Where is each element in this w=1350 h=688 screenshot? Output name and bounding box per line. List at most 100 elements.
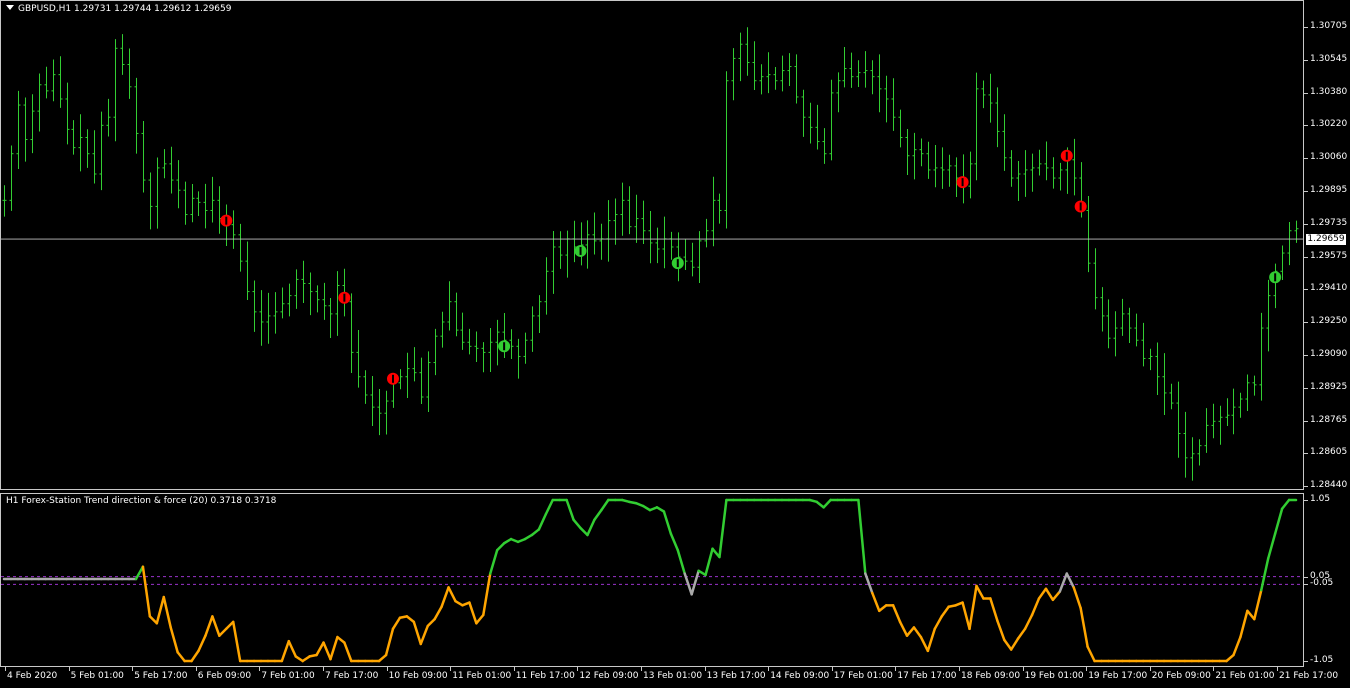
time-axis-tick bbox=[386, 667, 388, 671]
trend-force-segment bbox=[975, 584, 985, 600]
trend-force-segment bbox=[905, 626, 916, 637]
time-axis-label: 18 Feb 09:00 bbox=[961, 671, 1021, 681]
trend-force-segment bbox=[280, 639, 291, 663]
time-axis-label: 17 Feb 01:00 bbox=[833, 671, 893, 681]
current-price-label: 1.29659 bbox=[1306, 234, 1346, 245]
price-axis-label: 1.29410 bbox=[1310, 283, 1348, 294]
time-axis-tick bbox=[323, 667, 324, 671]
trend-force-segment bbox=[1239, 609, 1249, 639]
trend-force-segment bbox=[822, 498, 832, 509]
trend-force-segment bbox=[704, 547, 714, 577]
trend-force-segment bbox=[176, 651, 186, 663]
trend-force-segment bbox=[1072, 586, 1082, 610]
time-axis-label: 5 Feb 01:00 bbox=[70, 671, 124, 681]
trend-force-segment bbox=[336, 635, 346, 644]
indicator-axis-tick bbox=[1304, 577, 1308, 578]
trend-force-segment bbox=[544, 498, 555, 516]
price-axis-label: 1.30220 bbox=[1310, 119, 1348, 130]
trend-force-segment bbox=[440, 586, 450, 608]
time-axis-tick bbox=[1022, 667, 1024, 671]
metatrader-chart-window[interactable]: GBPUSD,H1 1.29731 1.29744 1.29612 1.2965… bbox=[0, 0, 1350, 688]
price-axis-label: 1.30380 bbox=[1310, 86, 1348, 97]
trend-force-segment bbox=[877, 604, 888, 613]
trend-force-segment bbox=[662, 510, 673, 535]
trend-force-segment bbox=[1079, 606, 1089, 648]
price-axis-tick bbox=[1304, 486, 1308, 488]
indicator-title: H1 Forex-Station Trend direction & force… bbox=[6, 496, 277, 506]
trend-force-segment bbox=[218, 627, 228, 637]
time-axis-tick bbox=[132, 667, 134, 671]
price-axis-label: 1.29575 bbox=[1310, 250, 1348, 261]
time-axis-tick bbox=[959, 667, 960, 671]
time-axis-tick bbox=[1149, 667, 1151, 671]
trend-force-segment bbox=[537, 513, 548, 531]
trend-force-segment bbox=[919, 635, 930, 653]
trend-force-segment bbox=[1030, 597, 1041, 617]
time-axis-tick bbox=[68, 667, 70, 671]
price-axis-label: 1.29090 bbox=[1310, 349, 1348, 359]
indicator-axis-label: 1.05 bbox=[1310, 494, 1331, 504]
trend-force-segment bbox=[433, 605, 443, 621]
trend-force-segment bbox=[405, 615, 416, 624]
trend-force-segment bbox=[190, 649, 200, 663]
trend-force-segment bbox=[1044, 587, 1055, 602]
trend-force-segment bbox=[169, 626, 179, 654]
trend-force-segment bbox=[600, 498, 610, 512]
trend-force-segment bbox=[579, 526, 589, 537]
time-axis-tick bbox=[704, 667, 706, 671]
time-axis-tick bbox=[513, 667, 515, 671]
trend-force-segment bbox=[391, 616, 402, 631]
trend-force-segment bbox=[482, 572, 492, 617]
trend-force-segment bbox=[148, 615, 159, 625]
trend-force-segment bbox=[669, 532, 680, 552]
trend-force-segment bbox=[593, 508, 603, 522]
trend-force-segment bbox=[141, 565, 152, 618]
time-axis-tick bbox=[895, 667, 897, 671]
trend-force-segment bbox=[926, 627, 937, 653]
trend-force-segment bbox=[204, 615, 214, 637]
trend-force-segment bbox=[343, 641, 353, 663]
time-axis-label: 11 Feb 17:00 bbox=[515, 671, 575, 681]
price-axis-tick bbox=[1304, 387, 1308, 389]
trend-force-segment bbox=[1003, 638, 1013, 651]
time-axis-tick bbox=[577, 667, 579, 671]
time-axis-tick bbox=[1277, 667, 1278, 671]
trend-force-segment bbox=[1037, 587, 1048, 600]
trend-force-segment bbox=[898, 620, 909, 637]
time-axis-label: 6 Feb 09:00 bbox=[197, 671, 252, 681]
price-axis-tick bbox=[1304, 453, 1308, 455]
dropdown-triangle-icon[interactable] bbox=[6, 5, 14, 10]
time-axis-tick bbox=[5, 667, 6, 671]
time-axis-label: 5 Feb 17:00 bbox=[134, 671, 188, 681]
trend-force-segment bbox=[1253, 588, 1263, 621]
trend-force-segment bbox=[1016, 627, 1027, 640]
price-axis-tick bbox=[1304, 27, 1308, 28]
trend-force-segment bbox=[197, 634, 207, 653]
indicator-axis-tick bbox=[1304, 584, 1308, 585]
time-axis-tick bbox=[768, 667, 770, 671]
price-axis-tick bbox=[1304, 355, 1308, 356]
trend-force-segment bbox=[1225, 653, 1235, 663]
time-axis-tick bbox=[641, 667, 642, 671]
indicator-axis-label: -1.05 bbox=[1310, 655, 1334, 665]
trend-force-segment bbox=[565, 498, 575, 522]
trend-force-segment bbox=[572, 518, 582, 530]
time-axis-label: 14 Feb 09:00 bbox=[770, 671, 830, 681]
trend-force-segment bbox=[1009, 637, 1020, 651]
trend-force-segment bbox=[315, 641, 325, 657]
trend-force-segment bbox=[1246, 609, 1256, 621]
trend-force-segment bbox=[412, 620, 423, 646]
trend-force-segment bbox=[857, 498, 867, 575]
chart-canvas[interactable] bbox=[0, 0, 1350, 688]
trend-force-segment bbox=[989, 597, 999, 622]
trend-force-segment bbox=[475, 613, 485, 625]
price-axis-tick bbox=[1304, 420, 1308, 422]
trend-force-segment bbox=[488, 548, 499, 575]
price-axis-label: 1.30060 bbox=[1310, 152, 1348, 163]
price-axis-tick bbox=[1304, 125, 1308, 127]
trend-force-segment bbox=[996, 619, 1006, 642]
trend-force-segment bbox=[1266, 532, 1277, 560]
time-axis-tick bbox=[1086, 667, 1088, 671]
trend-force-segment bbox=[468, 601, 478, 625]
trend-force-segment bbox=[231, 620, 242, 663]
